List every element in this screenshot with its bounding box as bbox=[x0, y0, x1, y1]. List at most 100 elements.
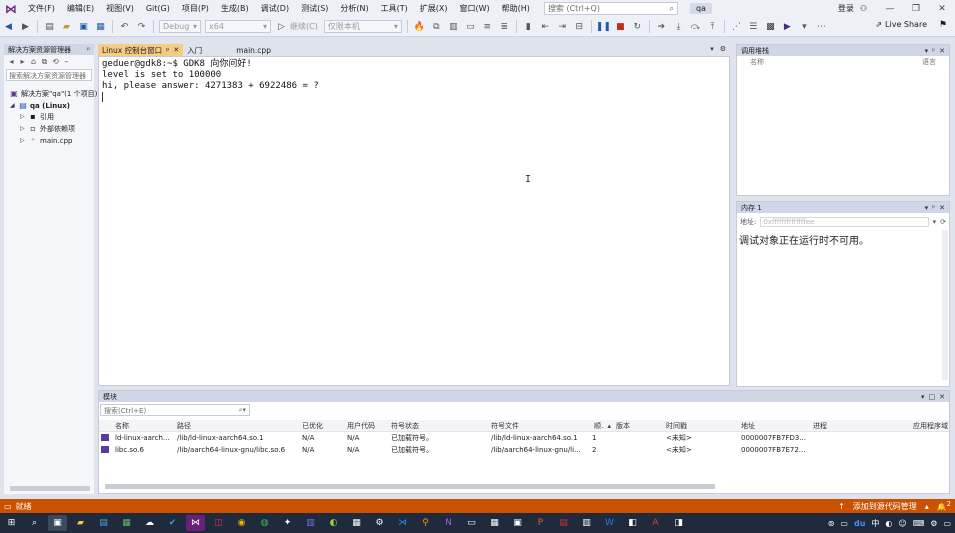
menu-item-project[interactable]: 项目(P) bbox=[176, 3, 215, 14]
menu-item-window[interactable]: 窗口(W) bbox=[454, 3, 496, 14]
menu-item-file[interactable]: 文件(F) bbox=[22, 3, 61, 14]
save-icon[interactable]: ▣ bbox=[77, 20, 90, 33]
forward-icon[interactable]: ▸ bbox=[18, 57, 27, 66]
chevron-down-icon[interactable]: ▾ bbox=[798, 20, 811, 33]
chevron-down-icon[interactable]: ▾ bbox=[925, 47, 929, 55]
tree-item-solution[interactable]: ▣ 解决方案"qa"(1 个项目) bbox=[10, 88, 97, 99]
status-output-icon[interactable]: ▭ bbox=[4, 502, 12, 511]
tray-app-icon[interactable]: ⊚ bbox=[828, 519, 835, 528]
column-header-language[interactable]: 语言 bbox=[922, 57, 936, 67]
taskbar-app-icon[interactable]: ✔ bbox=[163, 515, 182, 531]
solution-search-input[interactable]: 搜索解决方案资源管理器 bbox=[6, 69, 92, 81]
column-header-version[interactable]: 版本 bbox=[614, 421, 664, 431]
menu-item-analyze[interactable]: 分析(N) bbox=[334, 3, 374, 14]
file-explorer-icon[interactable]: ▰ bbox=[71, 515, 90, 531]
table-row[interactable]: libc.so.6 /lib/aarch64-linux-gnu/libc.so… bbox=[99, 444, 949, 456]
close-icon[interactable]: ✕ bbox=[929, 4, 955, 14]
settings-icon[interactable]: ⚙ bbox=[720, 45, 726, 53]
taskbar-app-icon[interactable]: ✦ bbox=[278, 515, 297, 531]
column-header-name[interactable]: 名称 bbox=[750, 57, 764, 67]
notification-center-icon[interactable]: ▭ bbox=[943, 519, 951, 528]
taskbar-app-icon[interactable]: ⚲ bbox=[416, 515, 435, 531]
menu-item-tools[interactable]: 工具(T) bbox=[375, 3, 414, 14]
minimize-icon[interactable]: — bbox=[877, 4, 903, 14]
diagnostic-tools-icon[interactable]: ▥ bbox=[447, 20, 460, 33]
menu-item-extensions[interactable]: 扩展(X) bbox=[414, 3, 454, 14]
home-icon[interactable]: ⌂ bbox=[29, 57, 38, 66]
restore-icon[interactable]: ❐ bbox=[903, 4, 929, 14]
back-icon[interactable]: ◂ bbox=[7, 57, 16, 66]
debug-target-dropdown[interactable]: 仅限本机 ▾ bbox=[323, 20, 402, 33]
taskbar-app-icon[interactable]: ▦ bbox=[347, 515, 366, 531]
word-icon[interactable]: W bbox=[600, 515, 619, 531]
taskbar-app-icon[interactable]: ☁ bbox=[140, 515, 159, 531]
pause-icon[interactable]: ❚❚ bbox=[596, 20, 611, 33]
step-out-icon[interactable]: ⤒ bbox=[706, 20, 719, 33]
chevron-down-icon[interactable]: ▾ bbox=[933, 218, 937, 226]
menu-item-git[interactable]: Git(G) bbox=[140, 4, 176, 13]
tab-main-cpp[interactable]: main.cpp bbox=[232, 44, 275, 56]
platform-dropdown[interactable]: x64 ▾ bbox=[205, 20, 271, 33]
pin-icon[interactable]: ᵖ bbox=[166, 46, 169, 55]
tray-app-icon[interactable]: ☺ bbox=[898, 519, 906, 528]
calculator-icon[interactable]: ▦ bbox=[485, 515, 504, 531]
taskbar-app-icon[interactable]: ◐ bbox=[324, 515, 343, 531]
chevron-down-icon[interactable]: ▾ bbox=[921, 393, 925, 401]
tab-getting-started[interactable]: 入门 bbox=[183, 44, 232, 56]
terminal-icon[interactable]: ▩ bbox=[764, 20, 777, 33]
chevron-right-icon[interactable]: ▷ bbox=[20, 125, 26, 132]
taskbar-app-icon[interactable]: ▤ bbox=[94, 515, 113, 531]
bookmark-icon[interactable]: ▮ bbox=[522, 20, 535, 33]
breakpoints-icon[interactable]: ⋰ bbox=[730, 20, 743, 33]
tab-list-icon[interactable]: ▾ bbox=[710, 45, 714, 53]
tray-app-icon[interactable]: ⚙ bbox=[930, 519, 937, 528]
column-header-symbol-file[interactable]: 符号文件 bbox=[489, 421, 590, 431]
column-header-optimized[interactable]: 已优化 bbox=[300, 421, 345, 431]
close-icon[interactable]: ✕ bbox=[173, 46, 179, 54]
sync-icon[interactable]: ⟲ bbox=[51, 57, 60, 66]
tree-item-main-cpp[interactable]: ▷ ⁺ main.cpp bbox=[20, 135, 72, 146]
onenote-icon[interactable]: N bbox=[439, 515, 458, 531]
open-folder-icon[interactable]: ▰ bbox=[60, 20, 73, 33]
chrome-icon[interactable]: ◉ bbox=[232, 515, 251, 531]
baidu-icon[interactable]: du bbox=[854, 519, 865, 528]
visual-studio-logo-icon[interactable]: ⋈ bbox=[0, 0, 22, 17]
call-stack-header[interactable]: 调用堆栈 ▾ ᵖ ✕ bbox=[737, 45, 949, 56]
taskbar-app-icon[interactable]: ▥ bbox=[301, 515, 320, 531]
tree-item-project[interactable]: ◢ ▤ qa (Linux) bbox=[10, 100, 70, 111]
taskbar-app-icon[interactable]: ▣ bbox=[508, 515, 527, 531]
bookmark-clear-icon[interactable]: ⊟ bbox=[573, 20, 586, 33]
powerpoint-icon[interactable]: P bbox=[531, 515, 550, 531]
format-icon[interactable]: ≡ bbox=[481, 20, 494, 33]
stop-icon[interactable]: ■ bbox=[614, 20, 627, 33]
step-into-icon[interactable]: ⤓ bbox=[672, 20, 685, 33]
taskbar-app-icon[interactable]: ▣ bbox=[48, 515, 67, 531]
horizontal-scrollbar[interactable] bbox=[10, 486, 90, 491]
visual-studio-icon[interactable]: ⋈ bbox=[186, 515, 205, 531]
undo-icon[interactable]: ↶ bbox=[118, 20, 131, 33]
toolbar-extra-icon[interactable]: ⋯ bbox=[815, 20, 828, 33]
restart-icon[interactable]: ↻ bbox=[631, 20, 644, 33]
layout-icon[interactable]: ▭ bbox=[464, 20, 477, 33]
taskbar-app-icon[interactable]: ▤ bbox=[554, 515, 573, 531]
taskbar-app-icon[interactable]: ◫ bbox=[209, 515, 228, 531]
continue-button[interactable]: 继续(C) bbox=[290, 21, 318, 32]
bookmark-prev-icon[interactable]: ⇤ bbox=[539, 20, 552, 33]
screenshot-icon[interactable]: ⧉ bbox=[430, 20, 443, 33]
vertical-scrollbar[interactable] bbox=[942, 230, 948, 380]
close-icon[interactable]: ✕ bbox=[939, 204, 945, 212]
run-icon[interactable]: ▶ bbox=[781, 20, 794, 33]
tab-linux-console[interactable]: Linux 控制台窗口 ᵖ ✕ bbox=[98, 44, 184, 56]
taskbar-app-icon[interactable]: ▥ bbox=[577, 515, 596, 531]
settings-icon[interactable]: ⚙ bbox=[370, 515, 389, 531]
vscode-icon[interactable]: ⋊ bbox=[393, 515, 412, 531]
show-next-statement-icon[interactable]: ➔ bbox=[655, 20, 668, 33]
notifications-icon[interactable]: 🔔2 bbox=[937, 500, 951, 512]
live-share-button[interactable]: ⇗ Live Share bbox=[875, 20, 927, 29]
linux-console-window[interactable]: geduer@gdk8:~$ GDK8 向你问好! level is set t… bbox=[98, 56, 730, 386]
switch-views-icon[interactable]: ⧉ bbox=[40, 57, 49, 66]
modules-search-input[interactable]: 搜索(Ctrl+E) ⌕▾ bbox=[100, 404, 250, 416]
feedback-icon[interactable]: ⚑ bbox=[939, 20, 947, 30]
chevron-down-icon[interactable]: ▾ bbox=[925, 204, 929, 212]
bookmark-next-icon[interactable]: ⇥ bbox=[556, 20, 569, 33]
